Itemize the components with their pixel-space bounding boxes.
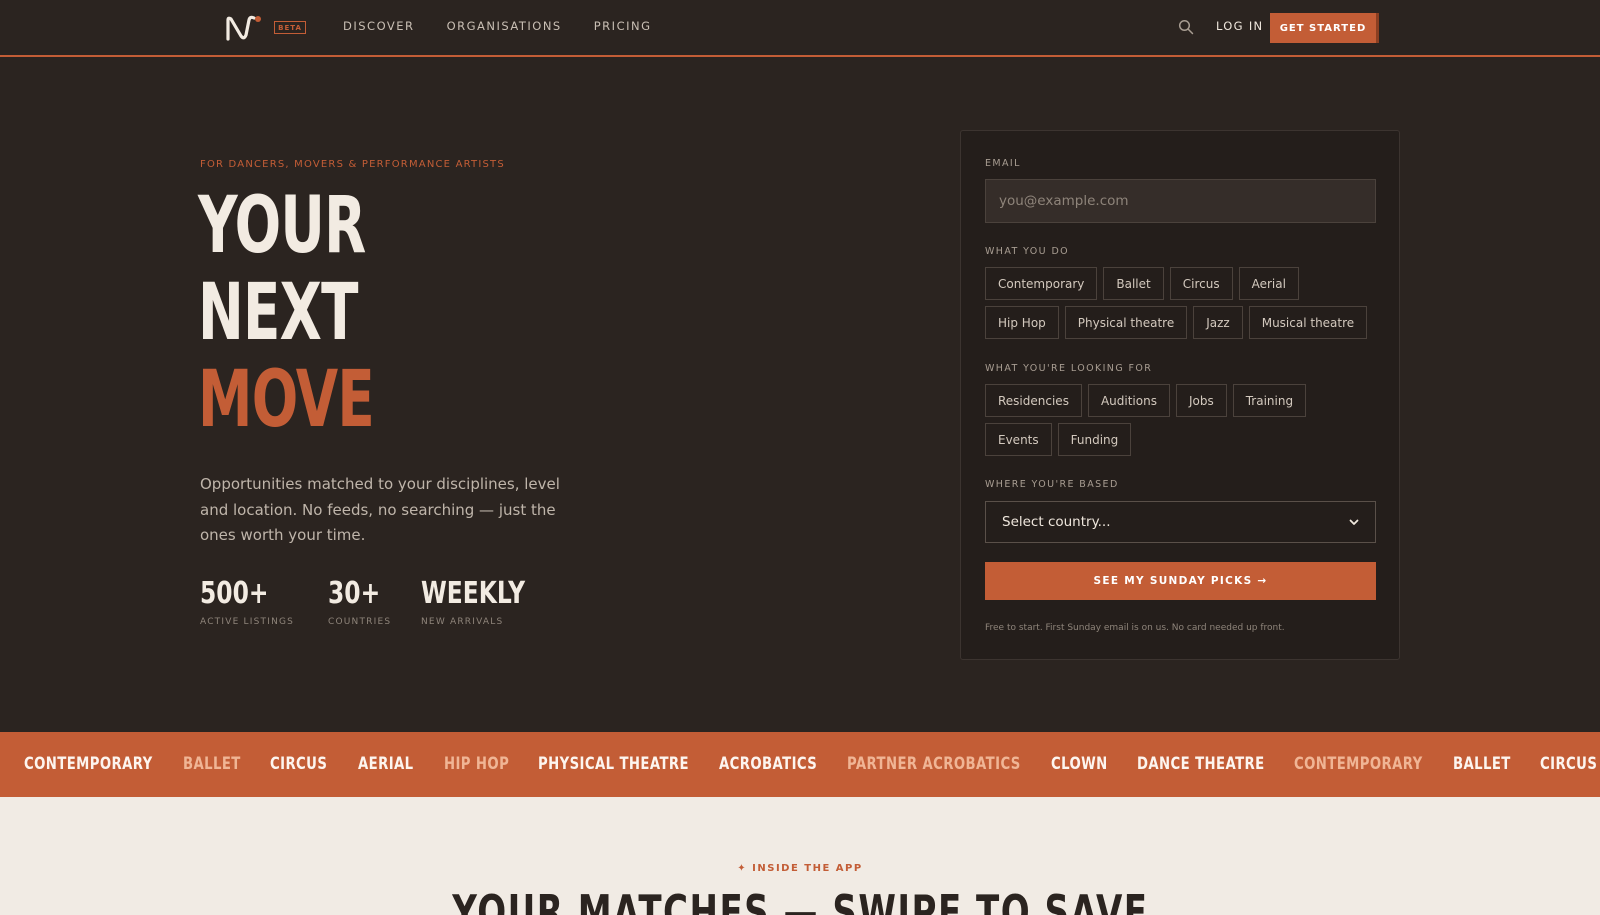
chevron-down-icon	[1349, 519, 1359, 525]
stat-value: WEEKLY	[421, 576, 526, 611]
marquee-item: AERIAL	[357, 754, 414, 774]
stat-countries: 30+ COUNTRIES	[328, 576, 392, 628]
country-select[interactable]: Select country...	[985, 501, 1376, 543]
chip-aerial[interactable]: Aerial	[1238, 267, 1299, 300]
marquee-item: DANCE THEATRE	[1136, 754, 1265, 774]
marquee-item: HIP HOP	[443, 754, 509, 774]
discipline-marquee: CONTEMPORARY BALLET CIRCUS AERIAL HIP HOP PHY…	[0, 732, 1600, 797]
marquee-item: PHYSICAL THEATRE	[538, 754, 690, 774]
inside-app-section: ✦ INSIDE THE APP YOUR MATCHES — SWIPE TO…	[0, 797, 1600, 915]
chip-hip-hop[interactable]: Hip Hop	[985, 306, 1059, 339]
chip-residencies[interactable]: Residencies	[985, 384, 1082, 417]
chip-contemporary[interactable]: Contemporary	[985, 267, 1098, 300]
nav-link-discover[interactable]: DISCOVER	[343, 19, 415, 33]
headline-line-3: MOVE	[198, 355, 375, 445]
fineprint: Free to start. First Sunday email is on …	[985, 623, 1285, 633]
hero-eyebrow: FOR DANCERS, MOVERS & PERFORMANCE ARTIST…	[200, 159, 505, 170]
marquee-item: CIRCUS	[1540, 754, 1598, 774]
chip-ballet[interactable]: Ballet	[1103, 267, 1164, 300]
marquee-item: CONTEMPORARY	[24, 754, 153, 774]
beta-badge: BETA	[274, 21, 306, 34]
marquee-item: ACROBATICS	[718, 754, 818, 774]
chip-circus[interactable]: Circus	[1169, 267, 1233, 300]
section-title: YOUR MATCHES — SWIPE TO SAVE	[0, 885, 1600, 915]
nav-link-organisations[interactable]: ORGANISATIONS	[447, 19, 562, 33]
top-nav: BETA DISCOVER ORGANISATIONS PRICING LOG …	[0, 0, 1600, 57]
hero-headline: YOUR NEXT MOVE	[198, 181, 375, 445]
stat-value: 500+	[200, 576, 269, 611]
chip-musical-theatre[interactable]: Musical theatre	[1248, 306, 1368, 339]
chip-jobs[interactable]: Jobs	[1175, 384, 1227, 417]
signup-card: EMAIL WHAT YOU DO Contemporary Ballet Ci…	[960, 130, 1400, 660]
email-label: EMAIL	[985, 158, 1021, 169]
marquee-item: BALLET	[182, 754, 241, 774]
hero-description: Opportunities matched to your discipline…	[200, 475, 560, 544]
stat-listings: 500+ ACTIVE LISTINGS	[200, 576, 296, 628]
email-field[interactable]	[985, 179, 1376, 223]
marquee-item: CONTEMPORARY	[1294, 754, 1423, 774]
marquee-item: CIRCUS	[270, 754, 328, 774]
stat-weekly: WEEKLY NEW ARRIVALS	[421, 576, 555, 628]
headline-line-2: NEXT	[198, 268, 358, 358]
marquee-track: CONTEMPORARY BALLET CIRCUS AERIAL HIP HOP PHY…	[24, 754, 1600, 774]
chip-jazz[interactable]: Jazz	[1193, 306, 1243, 339]
chip-auditions[interactable]: Auditions	[1087, 384, 1170, 417]
search-icon[interactable]	[1178, 19, 1194, 35]
discipline-chips: Contemporary Ballet Circus Aerial Hip Ho…	[985, 267, 1377, 339]
stats-row: 500+ ACTIVE LISTINGS 30+ COUNTRIES WEEKL…	[200, 576, 587, 628]
see-picks-button[interactable]: SEE MY SUNDAY PICKS →	[985, 562, 1376, 600]
looking-for-label: WHAT YOU'RE LOOKING FOR	[985, 363, 1153, 374]
chip-funding[interactable]: Funding	[1057, 423, 1132, 456]
logo-icon[interactable]	[225, 14, 263, 42]
stat-value: 30+	[328, 576, 381, 611]
get-started-button[interactable]: GET STARTED	[1270, 13, 1376, 43]
stat-label: COUNTRIES	[328, 617, 392, 627]
marquee-item: BALLET	[1452, 754, 1511, 774]
chip-events[interactable]: Events	[985, 423, 1052, 456]
chip-training[interactable]: Training	[1232, 384, 1307, 417]
stat-label: ACTIVE LISTINGS	[200, 617, 295, 627]
marquee-item: CLOWN	[1050, 754, 1108, 774]
nav-links: DISCOVER ORGANISATIONS PRICING	[343, 19, 652, 33]
headline-line-1: YOUR	[198, 181, 366, 271]
looking-for-chips: Residencies Auditions Jobs Training Even…	[985, 384, 1377, 456]
nav-link-pricing[interactable]: PRICING	[594, 19, 652, 33]
country-select-value: Select country...	[1002, 514, 1111, 530]
stat-label: NEW ARRIVALS	[421, 617, 504, 627]
section-eyebrow: ✦ INSIDE THE APP	[737, 863, 863, 874]
section-title-text: YOUR MATCHES — SWIPE TO SAVE	[451, 885, 1149, 915]
marquee-item: PARTNER ACROBATICS	[847, 754, 1021, 774]
what-you-do-label: WHAT YOU DO	[985, 246, 1070, 257]
based-label: WHERE YOU'RE BASED	[985, 479, 1119, 490]
chip-physical-theatre[interactable]: Physical theatre	[1064, 306, 1188, 339]
login-link[interactable]: LOG IN	[1216, 19, 1263, 33]
